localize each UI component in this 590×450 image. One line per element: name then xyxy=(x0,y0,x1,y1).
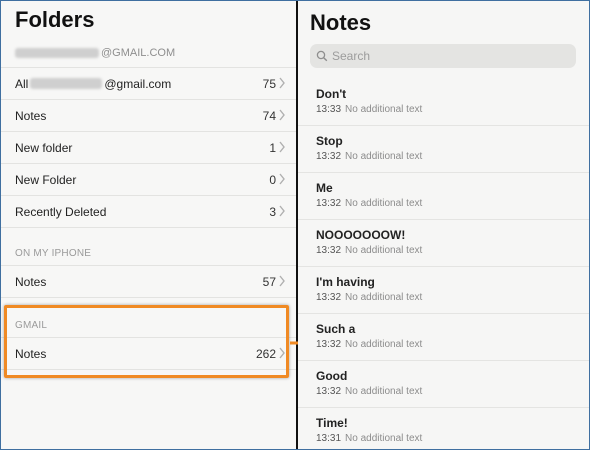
note-meta: 13:32 No additional text xyxy=(316,151,422,162)
chevron-right-icon xyxy=(277,274,287,288)
folder-label-prefix: All xyxy=(15,76,29,91)
folder-count: 57 xyxy=(262,274,276,289)
folder-label: Recently Deleted xyxy=(15,204,107,219)
search-icon xyxy=(316,50,328,62)
note-item[interactable]: NOOOOOOOW! 13:32 No additional text xyxy=(298,220,589,267)
note-time: 13:32 xyxy=(316,198,342,209)
folder-row-new-folder[interactable]: New folder 1 xyxy=(1,132,296,164)
note-title: I'm having xyxy=(316,275,375,289)
account-header: @GMAIL.COM xyxy=(15,47,175,59)
note-meta: 13:32 No additional text xyxy=(316,339,422,350)
note-item[interactable]: Stop 13:32 No additional text xyxy=(298,126,589,173)
folder-row-notes[interactable]: Notes 74 xyxy=(1,100,296,132)
note-item[interactable]: Don't 13:33 No additional text xyxy=(298,79,589,126)
folder-label: Notes xyxy=(15,108,47,123)
folder-row-iphone-notes[interactable]: Notes 57 xyxy=(1,266,296,298)
folders-pane: Folders @GMAIL.COM All @gmail.com 75 Not… xyxy=(1,1,296,449)
note-preview: No additional text xyxy=(345,292,423,303)
note-preview: No additional text xyxy=(345,433,423,444)
note-preview: No additional text xyxy=(345,386,423,397)
note-title: Stop xyxy=(316,134,343,148)
folder-count: 3 xyxy=(269,204,276,219)
note-item[interactable]: Good 13:32 No additional text xyxy=(298,361,589,408)
folder-label: New folder xyxy=(15,140,73,155)
note-title: NOOOOOOOW! xyxy=(316,228,406,242)
search-input[interactable] xyxy=(328,49,552,63)
note-time: 13:31 xyxy=(316,433,342,444)
iphone-folder-list: Notes 57 xyxy=(1,265,296,298)
folder-count: 75 xyxy=(262,76,276,91)
note-time: 13:32 xyxy=(316,292,342,303)
folder-count: 0 xyxy=(269,172,276,187)
notes-pane: Notes Don't 13:33No additional text Stop… xyxy=(298,1,589,449)
note-preview: No additional text xyxy=(345,245,423,256)
note-preview: No additional text xyxy=(345,198,423,209)
note-time: 13:33 xyxy=(316,104,342,115)
screenshot-frame: Folders @GMAIL.COM All @gmail.com 75 Not… xyxy=(0,0,590,450)
chevron-right-icon xyxy=(277,108,287,122)
folders-title: Folders xyxy=(15,7,95,32)
note-title: Time! xyxy=(316,416,348,430)
note-meta: 13:31 No additional text xyxy=(316,433,422,444)
search-bar[interactable] xyxy=(310,44,576,68)
note-meta: 13:32 No additional text xyxy=(316,386,422,397)
folder-row-new-folder-2[interactable]: New Folder 0 xyxy=(1,164,296,196)
note-title: Me xyxy=(316,181,333,195)
note-preview: No additional text xyxy=(345,339,423,350)
note-time: 13:32 xyxy=(316,151,342,162)
note-time: 13:32 xyxy=(316,245,342,256)
note-meta: 13:32 No additional text xyxy=(316,245,422,256)
note-meta: 13:32 No additional text xyxy=(316,198,422,209)
account-folder-list: All @gmail.com 75 Notes 74 New folder 1 … xyxy=(1,67,296,228)
section-header-on-my-iphone: ON MY IPHONE xyxy=(15,248,92,259)
note-item[interactable]: I'm having 13:32 No additional text xyxy=(298,267,589,314)
notes-list: Don't 13:33 No additional text Stop 13:32… xyxy=(298,79,589,449)
note-time: 13:32 xyxy=(316,339,342,350)
note-meta: 13:33 No additional text xyxy=(316,104,422,115)
folder-label-suffix: @gmail.com xyxy=(104,76,172,91)
notes-title: Notes xyxy=(310,10,372,35)
folder-row-all[interactable]: All @gmail.com 75 xyxy=(1,68,296,100)
folder-count: 74 xyxy=(262,108,276,123)
note-title: Don't xyxy=(316,87,347,101)
note-item[interactable]: Me 13:32 No additional text xyxy=(298,173,589,220)
folder-label: Notes xyxy=(15,274,47,289)
chevron-right-icon xyxy=(277,172,287,186)
note-title: Good xyxy=(316,369,348,383)
note-meta: 13:32 No additional text xyxy=(316,292,422,303)
account-suffix: @GMAIL.COM xyxy=(101,47,176,59)
note-preview: No additional text xyxy=(345,151,423,162)
note-item[interactable]: Such a 13:32 No additional text xyxy=(298,314,589,361)
chevron-right-icon xyxy=(277,76,287,90)
folder-label: New Folder xyxy=(15,172,77,187)
note-time: 13:32 xyxy=(316,386,342,397)
note-title: Such a xyxy=(316,322,356,336)
note-item[interactable]: Time! 13:31 No additional text xyxy=(298,408,589,449)
chevron-right-icon xyxy=(277,140,287,154)
gmail-highlight-box xyxy=(4,305,289,378)
note-preview: No additional text xyxy=(345,104,423,115)
folder-row-recently-deleted[interactable]: Recently Deleted 3 xyxy=(1,196,296,228)
redacted-email xyxy=(30,78,103,89)
folder-label: All @gmail.com xyxy=(15,77,171,91)
folder-count: 1 xyxy=(269,140,276,155)
chevron-right-icon xyxy=(277,204,287,218)
redacted-email xyxy=(15,48,99,58)
